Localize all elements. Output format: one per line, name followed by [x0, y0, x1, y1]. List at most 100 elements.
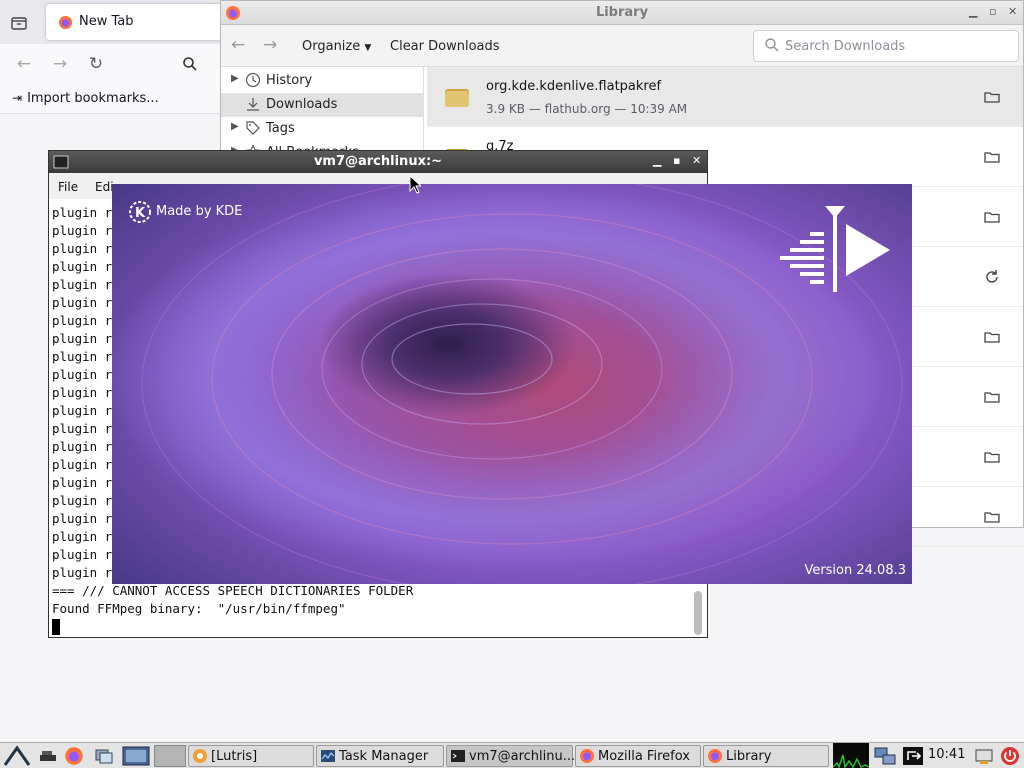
start-menu-icon[interactable]: [2, 745, 32, 767]
terminal-line: === /// CANNOT ACCESS SPEECH DICTIONARIE…: [52, 583, 414, 598]
task-label: [Lutris]: [211, 749, 258, 764]
terminal-line: plugin r: [52, 439, 113, 454]
close-icon[interactable]: ✕: [1008, 5, 1017, 18]
terminal-line: plugin r: [52, 403, 113, 418]
workspace-2[interactable]: [154, 745, 186, 767]
search-placeholder: Search Downloads: [785, 39, 906, 54]
taskbar-task[interactable]: Library: [703, 745, 829, 767]
clear-downloads-button[interactable]: Clear Downloads: [390, 39, 500, 54]
minimize-icon[interactable]: ▁: [969, 5, 977, 18]
expand-arrow-icon[interactable]: ▶: [231, 121, 239, 132]
terminal-line: plugin r: [52, 475, 113, 490]
back-icon[interactable]: ←: [231, 35, 245, 55]
task-label: Task Manager: [339, 749, 429, 764]
import-icon: ⇥: [12, 91, 23, 105]
file-icon: [445, 89, 469, 107]
reload-icon[interactable]: ↻: [84, 52, 108, 76]
terminal-title: vm7@archlinux:~: [313, 154, 443, 169]
menu-file[interactable]: File: [58, 180, 78, 194]
import-bookmarks-link[interactable]: ⇥ Import bookmarks...: [12, 91, 159, 106]
folder-icon[interactable]: [983, 328, 1001, 346]
kdenlive-logo-icon: [780, 206, 890, 292]
download-row[interactable]: org.kde.kdenlive.flatpakref 3.9 KB — flat…: [427, 67, 1023, 127]
maximize-icon[interactable]: ▫: [989, 5, 996, 18]
folder-icon[interactable]: [983, 388, 1001, 406]
terminal-line: plugin r: [52, 223, 113, 238]
terminal-line: plugin r: [52, 385, 113, 400]
text-cursor: [52, 619, 60, 635]
terminal-line: plugin r: [52, 259, 113, 274]
sidebar-label: Tags: [266, 121, 295, 136]
forward-icon[interactable]: →: [48, 52, 72, 76]
task-label: Mozilla Firefox: [598, 749, 690, 764]
maximize-icon[interactable]: ▪: [673, 154, 680, 167]
taskbar-task[interactable]: Task Manager: [316, 745, 444, 767]
terminal-line: plugin r: [52, 457, 113, 472]
taskbar-task[interactable]: [Lutris]: [188, 745, 314, 767]
kde-logo-icon: K: [129, 201, 151, 223]
library-titlebar[interactable]: Library ▁ ▫ ✕: [221, 1, 1023, 25]
show-desktop-icon[interactable]: [38, 747, 58, 765]
download-icon: [247, 98, 259, 111]
search-icon: [765, 38, 779, 52]
expand-arrow-icon[interactable]: ▶: [231, 73, 239, 84]
taskbar-task[interactable]: vm7@archlinu...: [446, 745, 576, 767]
taskbar-task[interactable]: Mozilla Firefox: [575, 745, 701, 767]
folder-icon[interactable]: [983, 448, 1001, 466]
file-manager-icon[interactable]: [94, 746, 114, 766]
import-bookmarks-label: Import bookmarks...: [27, 91, 159, 106]
folder-icon[interactable]: [983, 88, 1001, 106]
search-input[interactable]: Search Downloads: [753, 30, 1019, 62]
sidebar-item-history[interactable]: ▶ History: [221, 69, 424, 93]
power-icon[interactable]: [1000, 746, 1020, 766]
folder-icon[interactable]: [983, 148, 1001, 166]
task-manager-icon: [321, 750, 335, 762]
tab-list-icon[interactable]: [8, 12, 30, 34]
task-label: Library: [726, 749, 772, 764]
svg-text:K: K: [135, 206, 146, 221]
terminal-line: plugin r: [52, 331, 113, 346]
organize-label: Organize: [302, 39, 361, 54]
download-status: 3.9 KB — flathub.org — 10:39 AM: [486, 102, 688, 116]
minimize-icon[interactable]: ▁: [653, 154, 661, 167]
terminal-line: plugin r: [52, 493, 113, 508]
terminal-icon: [451, 750, 465, 762]
organize-button[interactable]: Organize ▼: [302, 39, 371, 54]
search-icon[interactable]: [182, 56, 198, 72]
close-icon[interactable]: ✕: [692, 154, 701, 167]
cpu-graph-icon: [832, 754, 870, 768]
tab-new-tab[interactable]: New Tab: [46, 4, 226, 40]
task-label: vm7@archlinu...: [469, 749, 576, 764]
terminal-line: plugin r: [52, 565, 113, 580]
forward-icon[interactable]: →: [263, 35, 277, 55]
terminal-line: plugin r: [52, 205, 113, 220]
terminal-line: plugin r: [52, 421, 113, 436]
tab-label: New Tab: [79, 14, 134, 29]
logout-icon[interactable]: [902, 746, 924, 766]
network-icon[interactable]: [873, 746, 897, 766]
sidebar-item-downloads[interactable]: Downloads: [221, 93, 424, 117]
sidebar-item-tags[interactable]: ▶ Tags: [221, 117, 424, 141]
terminal-line: plugin r: [52, 547, 113, 562]
made-by-kde-label: Made by KDE: [156, 204, 243, 219]
firefox-icon: [580, 749, 594, 763]
clock[interactable]: 10:41: [928, 747, 965, 762]
firefox-icon: [708, 749, 722, 763]
workspace-switcher-icon[interactable]: [122, 746, 150, 766]
mouse-pointer-icon: [409, 175, 421, 194]
folder-icon[interactable]: [983, 208, 1001, 226]
taskbar: [Lutris] Task Manager vm7@archlinu... Mozil…: [0, 742, 1024, 768]
terminal-titlebar[interactable]: vm7@archlinux:~ ▁ ▪ ✕: [49, 151, 707, 173]
terminal-line: plugin r: [52, 241, 113, 256]
retry-icon[interactable]: [983, 268, 1001, 286]
cpu-monitor: [832, 743, 870, 768]
back-icon[interactable]: ←: [12, 52, 36, 76]
screenshot-icon[interactable]: [974, 746, 994, 766]
firefox-launcher-icon[interactable]: [64, 746, 84, 766]
terminal-line: Found FFMpeg binary: "/usr/bin/ffmpeg": [52, 601, 346, 616]
terminal-line: plugin r: [52, 349, 113, 364]
terminal-line: plugin r: [52, 295, 113, 310]
scrollbar-thumb[interactable]: [694, 591, 702, 635]
folder-icon[interactable]: [983, 508, 1001, 526]
menu-edit[interactable]: Edi: [95, 180, 114, 194]
